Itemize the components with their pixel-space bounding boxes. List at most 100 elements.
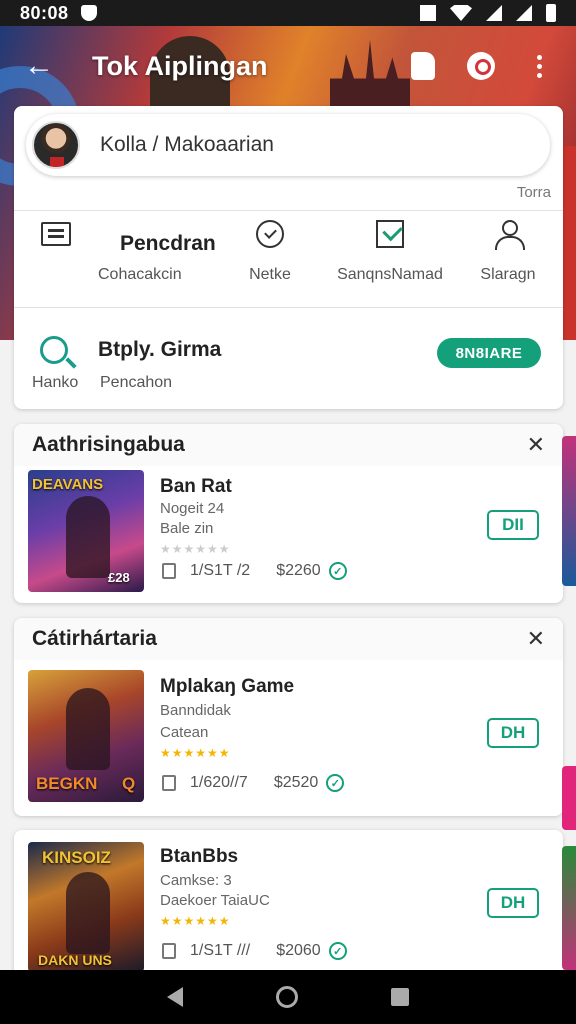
rating-stars: ★★★★★★: [160, 914, 231, 928]
item-line2: Catean: [160, 724, 209, 741]
bag-icon: [162, 775, 176, 791]
item-name: Mplakaŋ Game: [160, 676, 295, 697]
bookmark-button[interactable]: [408, 51, 438, 81]
item-line2: Bale zin: [160, 520, 214, 537]
section-title: Cátirhártaria: [32, 627, 157, 650]
nav-home-icon[interactable]: [275, 986, 298, 1008]
action-label-3: Slaragn: [480, 266, 536, 283]
search-caption: Torra: [516, 184, 551, 201]
status-bar: 80:08: [0, 0, 576, 26]
next-card-peek: [562, 436, 576, 586]
bag-icon: [162, 943, 176, 959]
search-input[interactable]: Kolla / Makoaarian: [100, 133, 274, 157]
avatar[interactable]: [32, 121, 80, 169]
signal-icon-2: [516, 5, 532, 21]
checkbox-icon: [376, 220, 404, 248]
badge-check-icon: [256, 220, 284, 248]
item-meta-left: 1/S1T /2: [190, 562, 251, 579]
magnifier-icon: [40, 336, 68, 364]
game-thumbnail: KINSOIZ DAKN UNS: [28, 842, 144, 972]
item-price: $2260: [276, 562, 321, 579]
thumbnail-badge: £28: [108, 570, 130, 585]
person-icon: [495, 220, 525, 250]
wifi-icon: [450, 5, 472, 21]
promo-left-label: Hanko: [32, 374, 79, 391]
page-title: Tok Aiplingan: [92, 50, 268, 81]
close-icon[interactable]: ✕: [527, 626, 545, 652]
verified-icon: ✓: [326, 774, 345, 792]
verified-icon: ✓: [328, 562, 347, 580]
nav-recents-icon[interactable]: [391, 988, 410, 1006]
install-button[interactable]: DH: [487, 888, 539, 918]
action-label-2: SanqnsNamad: [337, 266, 443, 283]
promo-row[interactable]: Btply. Girma Hanko Pencahon 8N8IARE: [14, 320, 563, 406]
status-time: 80:08: [20, 2, 69, 23]
list-item[interactable]: KINSOIZ DAKN UNS BtanBbs Camkse: 3 Daeko…: [14, 830, 563, 980]
action-main-label: Pencdran: [120, 232, 216, 255]
thumbnail-badge: DAKN UNS: [38, 952, 112, 968]
item-meta-left: 1/S1T ///: [190, 942, 251, 959]
back-arrow-icon[interactable]: ←: [22, 49, 56, 83]
search-field[interactable]: Kolla / Makoaarian: [26, 114, 550, 176]
item-price: $2520: [273, 774, 319, 791]
thumbnail-title: BEGKN: [36, 774, 98, 793]
more-vert-icon[interactable]: [524, 51, 554, 81]
action-item-1[interactable]: Netke: [228, 214, 312, 284]
divider: [14, 307, 563, 308]
app-bar: ← Tok Aiplingan: [0, 26, 576, 106]
section-header: Aathrisingabua ✕: [14, 424, 563, 466]
action-item-0[interactable]: Pencdran Cohacakcin: [36, 214, 256, 284]
verified-icon: ✓: [328, 942, 347, 960]
promo-subtitle: Pencahon: [100, 374, 173, 391]
item-line1: Banndidak: [160, 702, 231, 719]
bag-icon: [162, 563, 176, 579]
system-nav-bar: [0, 970, 576, 1024]
thumbnail-figure: [66, 496, 110, 578]
item-price: $2060: [276, 942, 321, 959]
profile-card: Kolla / Makoaarian Torra Pencdran Cohaca…: [14, 106, 563, 409]
promo-title: Btply. Girma: [98, 338, 222, 361]
item-line1: Camkse: 3: [160, 872, 232, 889]
game-thumbnail: DEAVANS £28: [28, 470, 144, 592]
item-meta-left: 1/620//7: [190, 774, 248, 791]
rating-stars: ★★★★★★: [160, 542, 231, 556]
section-card: KINSOIZ DAKN UNS BtanBbs Camkse: 3 Daeko…: [14, 830, 563, 980]
item-name: Ban Rat: [160, 476, 232, 497]
thumbnail-figure: [66, 688, 110, 770]
section-card: Cátirhártaria ✕ BEGKN Q Mplakaŋ Game Ban…: [14, 618, 563, 816]
install-button[interactable]: DII: [487, 510, 539, 540]
search-button[interactable]: [466, 51, 496, 81]
item-meta: 1/S1T /// $2060 ✓: [162, 942, 347, 960]
nav-back-icon[interactable]: [166, 987, 183, 1007]
action-item-2[interactable]: SanqnsNamad: [330, 214, 450, 284]
install-button[interactable]: DH: [487, 718, 539, 748]
promo-button[interactable]: 8N8IARE: [437, 338, 541, 368]
shield-icon: [80, 5, 97, 21]
section-header: Cátirhártaria ✕: [14, 618, 563, 660]
rating-stars: ★★★★★★: [160, 746, 231, 760]
divider: [14, 210, 563, 211]
next-card-peek: [562, 846, 576, 970]
thumbnail-title: KINSOIZ: [42, 848, 111, 867]
app-bar-actions: [408, 51, 554, 81]
status-icons: [420, 4, 556, 22]
thumbnail-title: DEAVANS: [32, 476, 104, 493]
search-icon: [467, 52, 495, 80]
action-item-3[interactable]: Slaragn: [470, 214, 546, 284]
list-item[interactable]: DEAVANS £28 Ban Rat Nogeit 24 Bale zin ★…: [14, 466, 563, 602]
action-label-1: Netke: [249, 266, 291, 283]
section-title: Aathrisingabua: [32, 433, 185, 456]
section-card: Aathrisingabua ✕ DEAVANS £28 Ban Rat Nog…: [14, 424, 563, 603]
thumbnail-figure: [66, 872, 110, 954]
notification-icon: [420, 5, 436, 21]
item-meta: 1/S1T /2 $2260 ✓: [162, 562, 347, 580]
next-card-peek: [562, 766, 576, 830]
battery-icon: [546, 4, 556, 22]
signal-icon: [486, 5, 502, 21]
item-meta: 1/620//7 $2520 ✓: [162, 774, 345, 792]
quick-actions: Pencdran Cohacakcin Netke SanqnsNamad Sl…: [14, 214, 563, 304]
close-icon[interactable]: ✕: [527, 432, 545, 458]
item-line1: Nogeit 24: [160, 500, 225, 517]
list-item[interactable]: BEGKN Q Mplakaŋ Game Banndidak Catean ★★…: [14, 660, 563, 810]
item-line2: Daekoer TaiaUC: [160, 892, 270, 909]
